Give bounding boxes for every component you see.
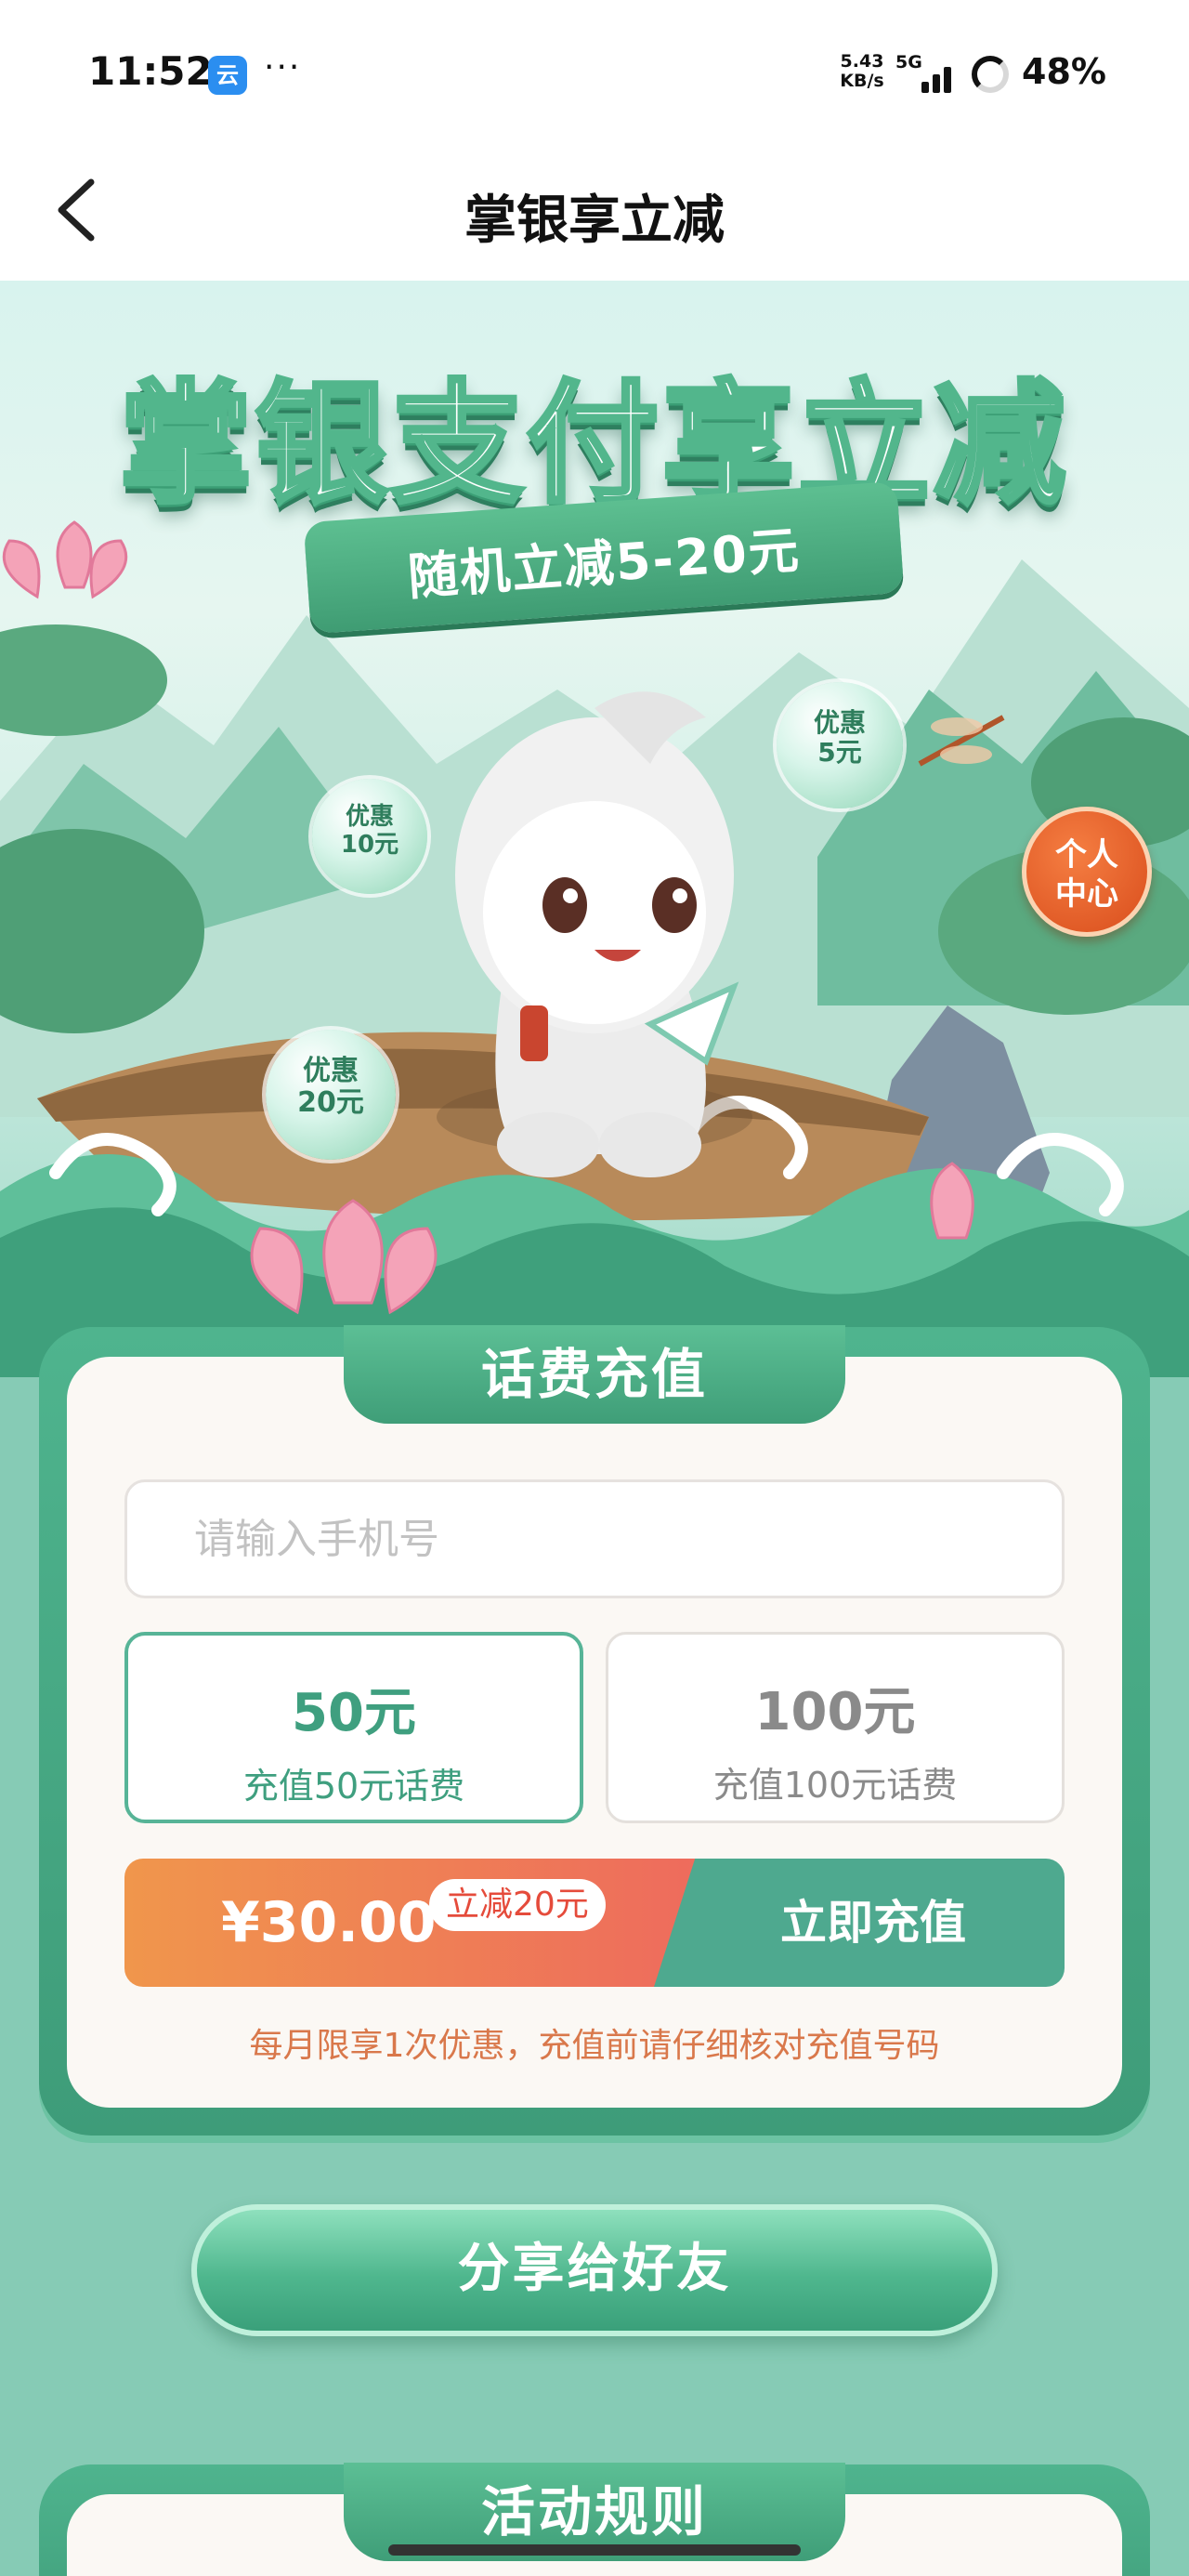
navigation-bar: 掌银享立减 [0, 139, 1189, 281]
amount-description: 充值100元话费 [712, 1765, 958, 1806]
bubble-label: 优惠 [813, 707, 866, 738]
bubble-amount: 5元 [817, 737, 862, 768]
personal-center-line2: 中心 [1055, 875, 1118, 913]
bubble-label: 优惠 [303, 1055, 359, 1087]
network-speed-value: 5.43 [840, 51, 884, 72]
personal-center-button[interactable]: 个人 中心 [1022, 807, 1152, 937]
bubble-amount: 10元 [340, 831, 399, 859]
recharge-notice: 每月限享1次优惠，充值前请仔细核对充值号码 [249, 2027, 940, 2065]
battery-ring-icon [972, 56, 1009, 93]
status-time: 11:52 [88, 48, 213, 94]
amount-value: 100元 [754, 1682, 916, 1742]
signal-strength-icon [897, 58, 955, 93]
page-title: 掌银享立减 [464, 191, 725, 251]
share-to-friends-button[interactable]: 分享给好友 [191, 2204, 998, 2336]
bubble-amount: 20元 [297, 1086, 364, 1119]
amount-option-50[interactable]: 50元 充值50元话费 [124, 1632, 583, 1823]
recharge-title: 话费充值 [480, 1343, 708, 1406]
battery-percent: 48% [1022, 51, 1106, 92]
home-indicator[interactable] [388, 2544, 801, 2556]
network-speed: 5.43 KB/s [834, 52, 890, 91]
hero-banner: 掌银支付享立减 随机立减5-20元 优惠 10元 优惠 5元 优惠 20元 [0, 281, 1189, 1377]
rules-title: 活动规则 [480, 2480, 708, 2543]
pay-price: ¥30.00 [221, 1890, 437, 1955]
phone-number-input[interactable] [124, 1479, 1065, 1598]
bubble-label: 优惠 [345, 803, 394, 831]
discount-badge: 立减20元 [429, 1879, 606, 1931]
discount-bubble-10: 优惠 10元 [312, 779, 427, 894]
amount-option-100[interactable]: 100元 充值100元话费 [606, 1632, 1065, 1823]
status-bar: 11:52 云 ··· 5.43 KB/s 5G 48% [0, 0, 1189, 139]
payment-bar: ¥30.00 立减20元 立即充值 [124, 1859, 1065, 1987]
personal-center-line1: 个人 [1055, 836, 1118, 874]
discount-bubble-20: 优惠 20元 [266, 1030, 396, 1160]
amount-value: 50元 [292, 1683, 416, 1743]
network-speed-unit: KB/s [840, 71, 884, 91]
recharge-now-button[interactable]: 立即充值 [654, 1859, 1065, 1987]
cloud-app-icon: 云 [208, 56, 247, 95]
more-notifications-icon: ··· [264, 48, 302, 86]
amount-description: 充值50元话费 [242, 1766, 465, 1807]
hero-title: 掌银支付享立减 [118, 366, 1069, 524]
discount-bubble-5: 优惠 5元 [777, 682, 903, 808]
